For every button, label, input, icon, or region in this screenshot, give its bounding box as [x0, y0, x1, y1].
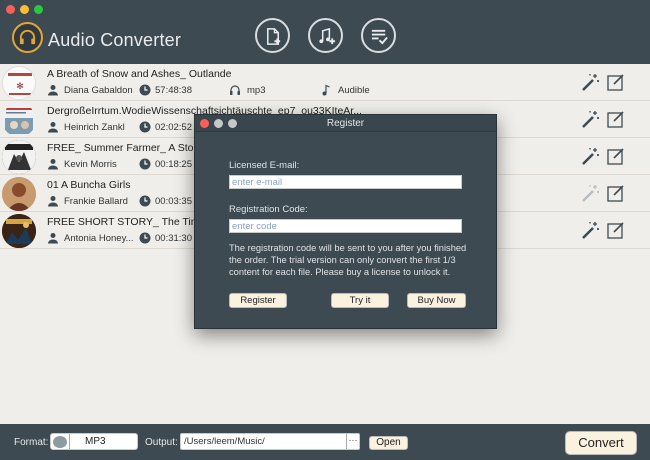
- clock-icon: [139, 84, 151, 96]
- clock-icon: [139, 232, 151, 244]
- file-author: Frankie Ballard: [64, 196, 128, 207]
- task-list-button[interactable]: [361, 18, 396, 53]
- file-author: Kevin Morris: [64, 159, 117, 170]
- output-path: /Users/leem/Music/: [184, 436, 265, 447]
- edit-icon[interactable]: [606, 72, 626, 92]
- output-path-field[interactable]: /Users/leem/Music/ ···: [180, 433, 360, 450]
- email-label: Licensed E-mail:: [229, 160, 300, 171]
- person-icon: [48, 233, 58, 244]
- book-cover-thumbnail: [2, 140, 36, 174]
- clock-icon: [139, 195, 151, 207]
- app-footer: Format: MP3 Output: /Users/leem/Music/ ·…: [0, 424, 650, 460]
- person-icon: [48, 159, 58, 170]
- close-window-button[interactable]: [6, 5, 15, 14]
- clock-icon: [139, 158, 151, 170]
- clock-icon: [139, 121, 151, 133]
- list-item[interactable]: ✻ A Breath of Snow and Ashes_ Outlande D…: [0, 64, 650, 101]
- svg-text:✻: ✻: [16, 82, 24, 92]
- zoom-window-button[interactable]: [34, 5, 43, 14]
- edit-icon[interactable]: [606, 220, 626, 240]
- music-note-icon: [322, 84, 330, 96]
- magic-wand-icon[interactable]: [580, 220, 600, 240]
- file-author: Diana Gabaldon: [64, 85, 133, 96]
- file-author: Heinrich Zankl: [64, 122, 125, 133]
- headphones-logo-icon: [12, 22, 43, 53]
- file-format: mp3: [247, 85, 266, 96]
- convert-button[interactable]: Convert: [565, 431, 637, 455]
- file-title: A Breath of Snow and Ashes_ Outlande: [47, 68, 232, 80]
- browse-button[interactable]: ···: [346, 434, 359, 449]
- edit-icon[interactable]: [606, 183, 626, 203]
- file-title: 01 A Buncha Girls: [47, 179, 131, 191]
- app-title: Audio Converter: [48, 30, 182, 50]
- email-field[interactable]: [229, 175, 462, 189]
- book-cover-thumbnail: [2, 103, 36, 137]
- album-cover-thumbnail: [2, 177, 36, 211]
- register-button[interactable]: Register: [229, 293, 287, 308]
- file-duration: 57:48:38: [155, 85, 192, 96]
- magic-wand-icon[interactable]: [580, 146, 600, 166]
- file-source: Audible: [338, 85, 370, 96]
- file-title: FREE_ Summer Farmer_ A Story fro: [47, 142, 218, 154]
- open-button[interactable]: Open: [369, 436, 408, 450]
- file-duration: 02:02:52: [155, 122, 192, 133]
- file-duration: 00:31:30: [155, 233, 192, 244]
- person-icon: [48, 85, 58, 96]
- add-music-icon: [319, 27, 336, 45]
- format-label: Format:: [14, 437, 49, 448]
- file-duration: 00:18:25: [155, 159, 192, 170]
- app-header: Audio Converter: [0, 0, 650, 64]
- format-select[interactable]: MP3: [50, 433, 138, 450]
- code-label: Registration Code:: [229, 204, 308, 215]
- magic-wand-icon[interactable]: [580, 183, 600, 203]
- magic-wand-icon[interactable]: [580, 72, 600, 92]
- person-icon: [48, 122, 58, 133]
- output-label: Output:: [145, 437, 178, 448]
- add-music-button[interactable]: [308, 18, 343, 53]
- book-cover-thumbnail: ✻: [2, 66, 36, 100]
- add-file-icon: [267, 28, 281, 45]
- edit-icon[interactable]: [606, 146, 626, 166]
- registration-code-field[interactable]: [229, 219, 462, 233]
- add-files-button[interactable]: [255, 18, 290, 53]
- book-cover-thumbnail: [2, 214, 36, 248]
- file-author: Antonia Honey...: [64, 233, 134, 244]
- headphones-icon: [230, 85, 240, 95]
- buy-now-button[interactable]: Buy Now: [407, 293, 466, 308]
- magic-wand-icon[interactable]: [580, 109, 600, 129]
- register-dialog: Register Licensed E-mail: Registration C…: [194, 114, 497, 329]
- dialog-titlebar: Register: [195, 115, 496, 132]
- edit-icon[interactable]: [606, 109, 626, 129]
- file-duration: 00:03:35: [155, 196, 192, 207]
- minimize-window-button[interactable]: [20, 5, 29, 14]
- try-it-button[interactable]: Try it: [331, 293, 389, 308]
- dialog-title: Register: [326, 118, 365, 129]
- person-icon: [48, 196, 58, 207]
- format-icon: [53, 436, 67, 448]
- format-value: MP3: [85, 436, 106, 447]
- task-list-icon: [371, 29, 388, 45]
- registration-note: The registration code will be sent to yo…: [229, 243, 467, 277]
